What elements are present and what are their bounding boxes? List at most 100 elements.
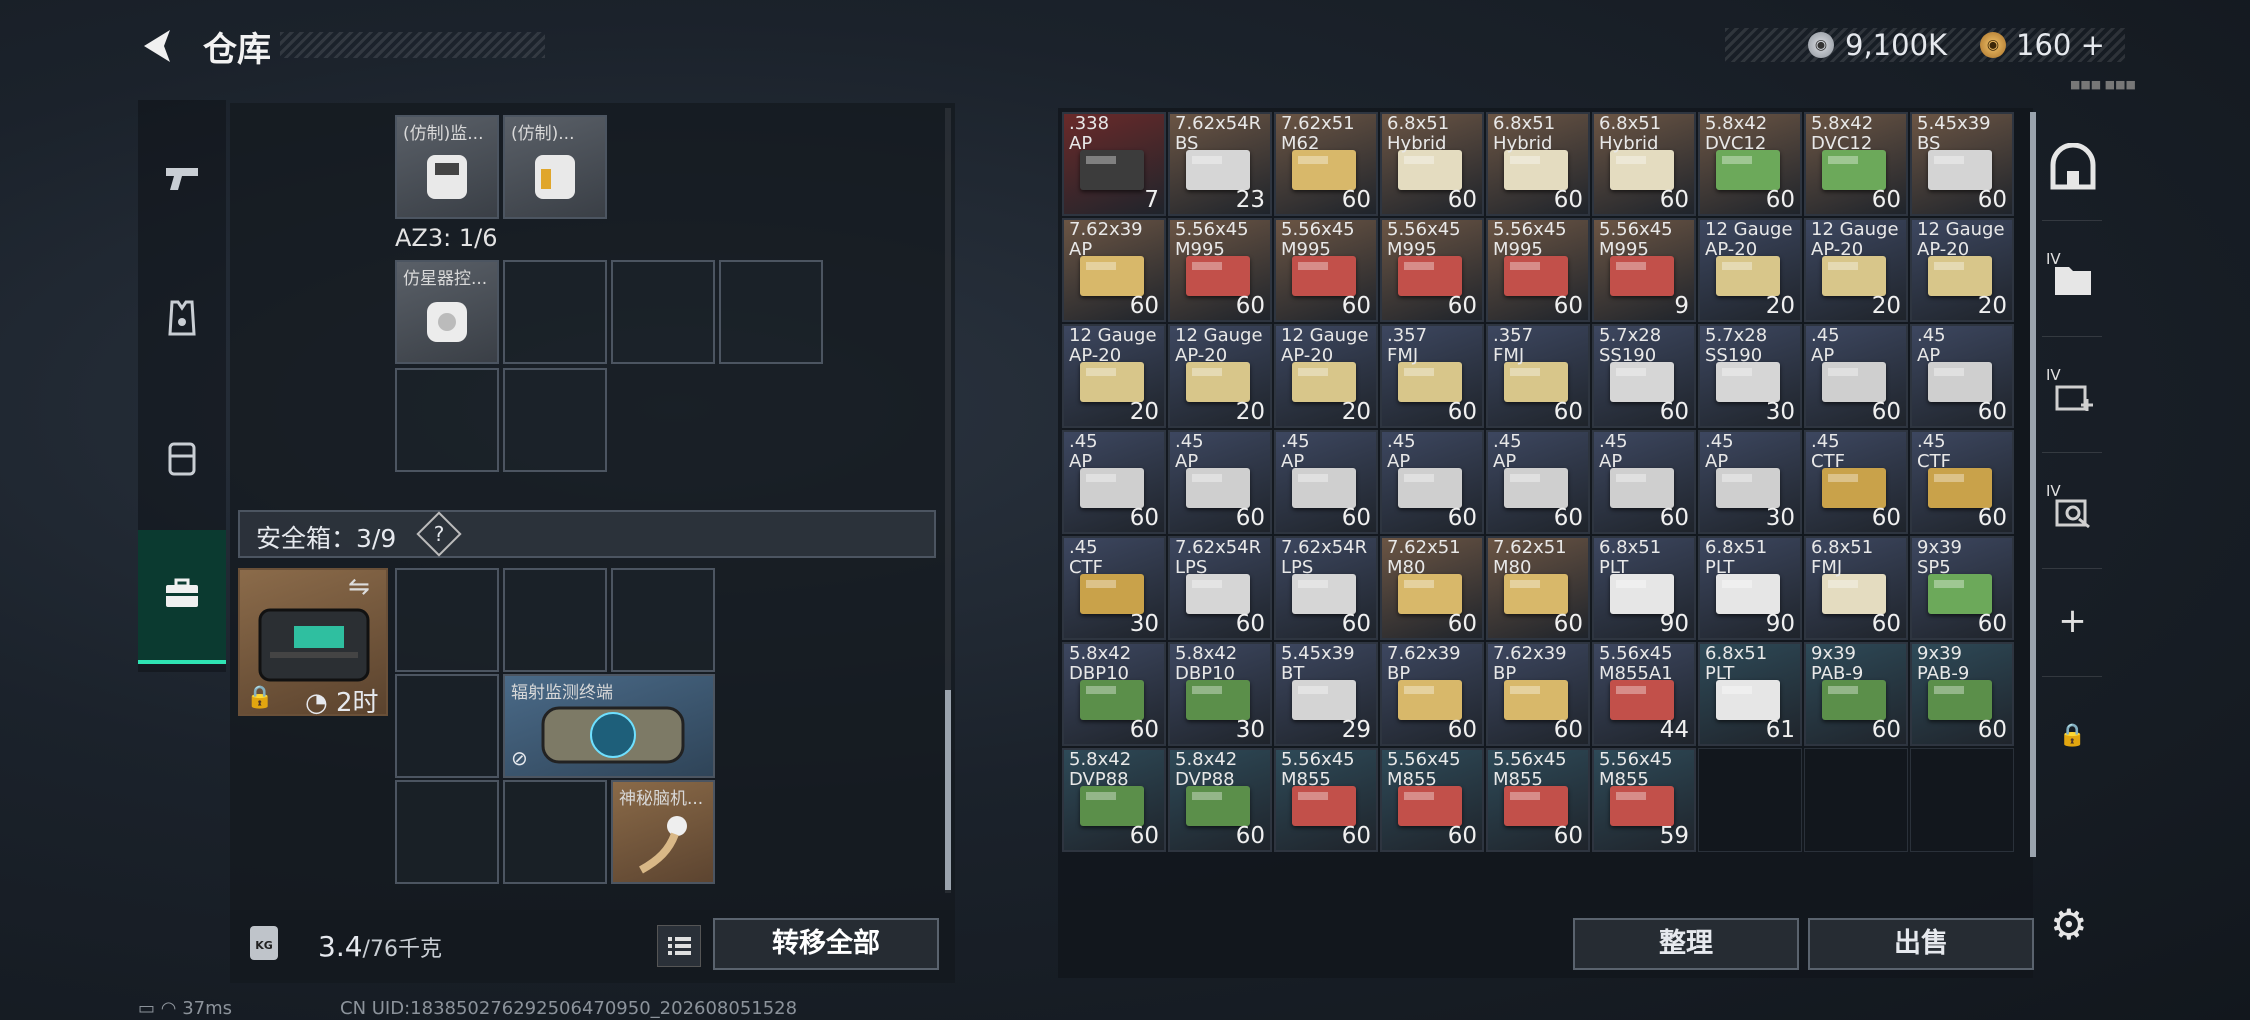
ammo-item[interactable]: 5.8x42 DVC12 60 bbox=[1804, 112, 1908, 216]
empty-slot[interactable] bbox=[611, 568, 715, 672]
empty-slot[interactable] bbox=[395, 368, 499, 472]
tidy-button[interactable]: 整理 bbox=[1573, 918, 1799, 970]
ammo-item[interactable]: 5.8x42 DVC12 60 bbox=[1698, 112, 1802, 216]
ammo-item[interactable]: 12 Gauge AP-20 20 bbox=[1910, 218, 2014, 322]
ammo-item[interactable]: 5.56x45 M995 60 bbox=[1274, 218, 1378, 322]
empty-slot[interactable] bbox=[503, 568, 607, 672]
ammo-item[interactable]: 6.8x51 PLT 61 bbox=[1698, 642, 1802, 746]
empty-slot[interactable] bbox=[503, 368, 607, 472]
ammo-item[interactable]: 12 Gauge AP-20 20 bbox=[1274, 324, 1378, 428]
ammo-item[interactable]: .45 CTF 60 bbox=[1804, 430, 1908, 534]
ammo-item[interactable]: 5.8x42 DBP10 30 bbox=[1168, 642, 1272, 746]
add-tab-button[interactable]: + bbox=[2040, 586, 2105, 656]
empty-slot[interactable] bbox=[1698, 748, 1802, 852]
ammo-item[interactable]: 12 Gauge AP-20 20 bbox=[1698, 218, 1802, 322]
ammo-item[interactable]: 7.62x54R BS 23 bbox=[1168, 112, 1272, 216]
ammo-item[interactable]: 7.62x39 BP 60 bbox=[1486, 642, 1590, 746]
empty-slot[interactable] bbox=[395, 568, 499, 672]
ammo-item[interactable]: .45 CTF 30 bbox=[1062, 536, 1166, 640]
ammo-item[interactable]: 5.56x45 M995 9 bbox=[1592, 218, 1696, 322]
right-scrollbar[interactable] bbox=[2030, 112, 2036, 857]
empty-slot[interactable] bbox=[1910, 748, 2014, 852]
ammo-item[interactable]: .338 AP 7 bbox=[1062, 112, 1166, 216]
ammo-item[interactable]: 12 Gauge AP-20 20 bbox=[1062, 324, 1166, 428]
side-tab-iv-search[interactable]: IV bbox=[2040, 476, 2105, 546]
ammo-item[interactable]: 5.56x45 M855 60 bbox=[1486, 748, 1590, 852]
ammo-item[interactable]: .45 AP 60 bbox=[1592, 430, 1696, 534]
item-cell[interactable]: (仿制)... bbox=[503, 115, 607, 219]
ammo-item[interactable]: 6.8x51 PLT 90 bbox=[1698, 536, 1802, 640]
gold-coin-value[interactable]: 160 + bbox=[2016, 28, 2105, 62]
ammo-item[interactable]: 5.56x45 M855 59 bbox=[1592, 748, 1696, 852]
ammo-item[interactable]: 5.56x45 M995 60 bbox=[1486, 218, 1590, 322]
ammo-item[interactable]: 6.8x51 Hybrid 60 bbox=[1380, 112, 1484, 216]
empty-slot[interactable] bbox=[611, 260, 715, 364]
left-scrollbar[interactable] bbox=[945, 690, 951, 890]
ammo-item[interactable]: 5.45x39 BT 29 bbox=[1274, 642, 1378, 746]
swap-icon[interactable]: ⇋ bbox=[348, 572, 370, 602]
ammo-item[interactable]: 5.56x45 M995 60 bbox=[1380, 218, 1484, 322]
transfer-all-button[interactable]: 转移全部 bbox=[713, 918, 939, 970]
ammo-item[interactable]: 7.62x51 M80 60 bbox=[1486, 536, 1590, 640]
ammo-item[interactable]: 5.56x45 M855 60 bbox=[1274, 748, 1378, 852]
list-view-button[interactable] bbox=[657, 925, 701, 967]
ammo-item[interactable]: 7.62x54R LPS 60 bbox=[1274, 536, 1378, 640]
ammo-item[interactable]: 5.56x45 M995 60 bbox=[1168, 218, 1272, 322]
ammo-item[interactable]: 9x39 SP5 60 bbox=[1910, 536, 2014, 640]
side-tab-iv-folder[interactable]: IV bbox=[2040, 244, 2105, 314]
ammo-item[interactable]: .45 AP 60 bbox=[1910, 324, 2014, 428]
empty-slot[interactable] bbox=[395, 674, 499, 778]
side-tab-iv-add[interactable]: IV bbox=[2040, 360, 2105, 430]
empty-slot[interactable] bbox=[1804, 748, 1908, 852]
empty-slot[interactable] bbox=[395, 780, 499, 884]
item-cell[interactable]: 仿星器控... bbox=[395, 260, 499, 364]
nav-weapons[interactable] bbox=[138, 118, 226, 238]
ammo-item[interactable]: 5.7x28 SS190 60 bbox=[1592, 324, 1696, 428]
empty-slot[interactable] bbox=[503, 780, 607, 884]
ammo-item[interactable]: .45 AP 60 bbox=[1062, 430, 1166, 534]
ammo-item[interactable]: .45 CTF 60 bbox=[1910, 430, 2014, 534]
ammo-item[interactable]: .45 AP 60 bbox=[1168, 430, 1272, 534]
ammo-item[interactable]: 6.8x51 Hybrid 60 bbox=[1592, 112, 1696, 216]
locked-tab[interactable]: 🔒 bbox=[2040, 700, 2105, 770]
ammo-item[interactable]: 7.62x39 AP 60 bbox=[1062, 218, 1166, 322]
ammo-item[interactable]: 6.8x51 Hybrid 60 bbox=[1486, 112, 1590, 216]
ammo-item[interactable]: 12 Gauge AP-20 20 bbox=[1804, 218, 1908, 322]
back-button[interactable] bbox=[138, 26, 178, 66]
nav-armor[interactable] bbox=[138, 258, 226, 378]
side-tab-vault[interactable] bbox=[2040, 134, 2105, 204]
ammo-item[interactable]: 5.45x39 BS 60 bbox=[1910, 112, 2014, 216]
ammo-item[interactable]: 5.56x45 M855 60 bbox=[1380, 748, 1484, 852]
nav-safe-box[interactable] bbox=[138, 530, 226, 664]
ammo-item[interactable]: .45 AP 60 bbox=[1804, 324, 1908, 428]
ammo-item[interactable]: 5.56x45 M855A1 44 bbox=[1592, 642, 1696, 746]
ammo-item[interactable]: .45 AP 30 bbox=[1698, 430, 1802, 534]
ammo-item[interactable]: 5.8x42 DBP10 60 bbox=[1062, 642, 1166, 746]
gold-add-button[interactable]: + bbox=[2081, 28, 2105, 62]
ammo-item[interactable]: .357 FMJ 60 bbox=[1380, 324, 1484, 428]
ammo-item[interactable]: 5.8x42 DVP88 60 bbox=[1168, 748, 1272, 852]
ammo-item[interactable]: 9x39 PAB-9 60 bbox=[1804, 642, 1908, 746]
ammo-item[interactable]: 5.8x42 DVP88 60 bbox=[1062, 748, 1166, 852]
ammo-item[interactable]: 7.62x51 M62 60 bbox=[1274, 112, 1378, 216]
empty-slot[interactable] bbox=[503, 260, 607, 364]
ammo-item[interactable]: 9x39 PAB-9 60 bbox=[1910, 642, 2014, 746]
ammo-item[interactable]: 5.7x28 SS190 30 bbox=[1698, 324, 1802, 428]
item-cell[interactable]: (仿制)监... bbox=[395, 115, 499, 219]
ammo-item[interactable]: .357 FMJ 60 bbox=[1486, 324, 1590, 428]
ammo-item[interactable]: .45 AP 60 bbox=[1380, 430, 1484, 534]
ammo-item[interactable]: .45 AP 60 bbox=[1486, 430, 1590, 534]
ammo-item[interactable]: 7.62x54R LPS 60 bbox=[1168, 536, 1272, 640]
item-cell[interactable]: 神秘脑机... bbox=[611, 780, 715, 884]
ammo-item[interactable]: 7.62x39 BP 60 bbox=[1380, 642, 1484, 746]
ammo-item[interactable]: 6.8x51 PLT 90 bbox=[1592, 536, 1696, 640]
sell-button[interactable]: 出售 bbox=[1808, 918, 2034, 970]
ammo-item[interactable]: 12 Gauge AP-20 20 bbox=[1168, 324, 1272, 428]
ammo-item[interactable]: .45 AP 60 bbox=[1274, 430, 1378, 534]
empty-slot[interactable] bbox=[719, 260, 823, 364]
ammo-item[interactable]: 7.62x51 M80 60 bbox=[1380, 536, 1484, 640]
item-cell[interactable]: 辐射监测终端 ⊘ bbox=[503, 674, 715, 778]
ammo-item[interactable]: 6.8x51 FMJ 60 bbox=[1804, 536, 1908, 640]
settings-gear-icon[interactable]: ⚙ bbox=[2050, 900, 2088, 949]
nav-backpack[interactable] bbox=[138, 398, 226, 518]
